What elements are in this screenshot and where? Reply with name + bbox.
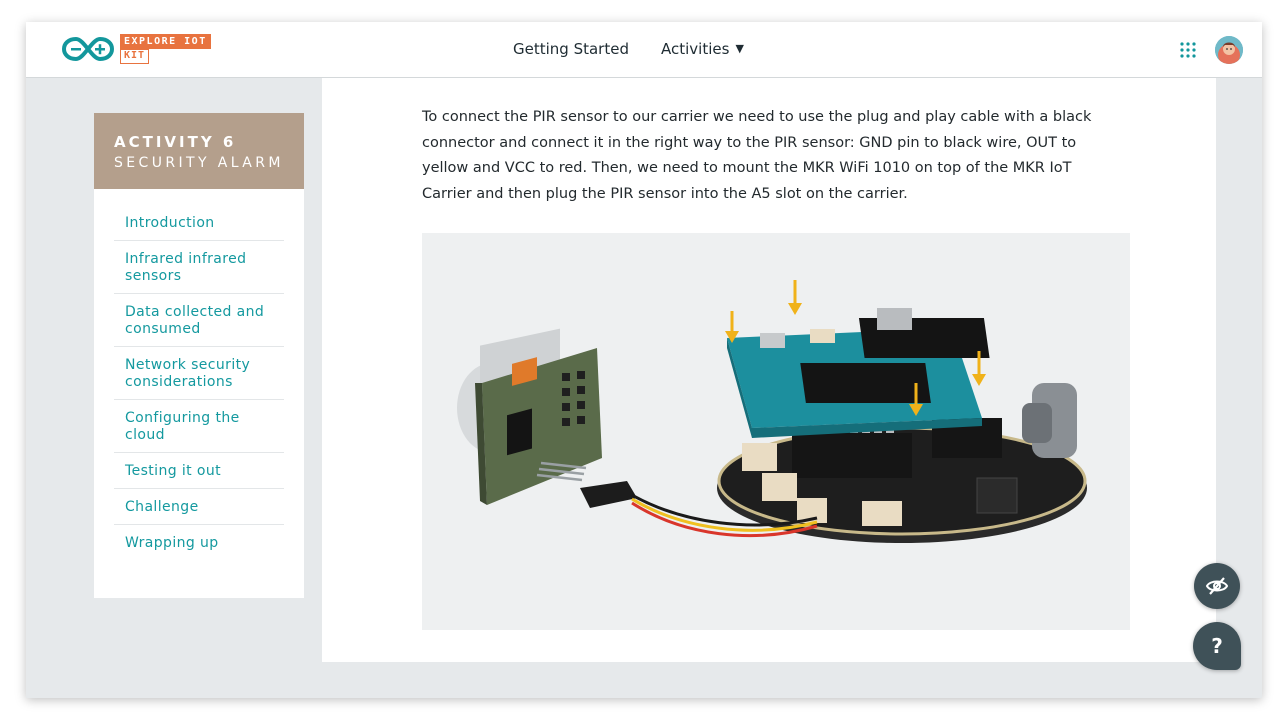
nav-getting-started[interactable]: Getting Started <box>513 39 629 59</box>
lesson-paragraph: To connect the PIR sensor to our carrier… <box>422 109 1092 202</box>
hide-content-button[interactable] <box>1194 563 1240 609</box>
activity-sidebar: ACTIVITY 6 SECURITY ALARM Introduction I… <box>94 113 304 598</box>
toc-item-introduction[interactable]: Introduction <box>114 205 284 241</box>
eye-slash-icon <box>1205 577 1229 595</box>
nav-getting-started-label: Getting Started <box>513 40 629 58</box>
activity-number: ACTIVITY 6 <box>114 133 237 151</box>
lesson-content: To connect the PIR sensor to our carrier… <box>322 78 1216 662</box>
nav-activities-label: Activities <box>661 40 730 58</box>
app-frame: EXPLORE IOT KIT Getting Started Activiti… <box>26 22 1262 698</box>
toc-item-wrapping-up[interactable]: Wrapping up <box>114 525 284 560</box>
user-avatar[interactable] <box>1215 36 1243 64</box>
toc-item-configuring-cloud[interactable]: Configuring the cloud <box>114 400 284 453</box>
brand-explore-iot: EXPLORE IOT <box>120 34 211 49</box>
arduino-logo-icon[interactable] <box>62 34 114 64</box>
wiring-illustration <box>422 233 1130 630</box>
caret-down-icon: ▼ <box>735 42 744 55</box>
pir-carrier-diagram <box>457 280 1087 543</box>
toc-item-challenge[interactable]: Challenge <box>114 489 284 525</box>
apps-grid-icon[interactable] <box>1179 41 1197 59</box>
avatar-face-icon <box>1215 36 1243 64</box>
toc-item-data-collected[interactable]: Data collected and consumed <box>114 294 284 347</box>
toc-item-infrared-sensors[interactable]: Infrared infrared sensors <box>114 241 284 294</box>
help-button[interactable]: ? <box>1193 622 1241 670</box>
nav-activities-dropdown[interactable]: Activities ▼ <box>661 39 744 61</box>
toc-item-network-security[interactable]: Network security considerations <box>114 347 284 400</box>
table-of-contents: Introduction Infrared infrared sensors D… <box>94 189 304 560</box>
activity-header: ACTIVITY 6 SECURITY ALARM <box>94 113 304 189</box>
brand-kit: KIT <box>120 49 150 64</box>
toc-item-testing[interactable]: Testing it out <box>114 453 284 489</box>
top-navbar: EXPLORE IOT KIT Getting Started Activiti… <box>26 22 1262 78</box>
activity-title: SECURITY ALARM <box>114 155 284 171</box>
help-icon: ? <box>1211 634 1223 658</box>
